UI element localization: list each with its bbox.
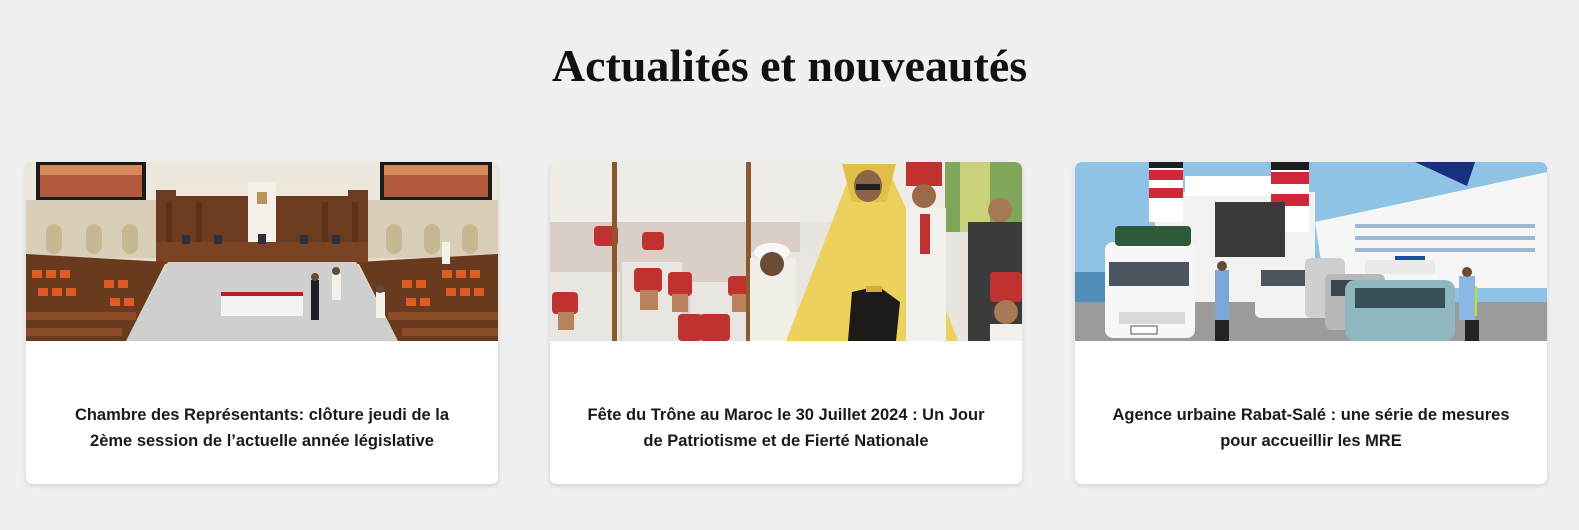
news-card[interactable]: Fête du Trône au Maroc le 30 Juillet 202… [550, 162, 1022, 484]
news-card[interactable]: Agence urbaine Rabat-Salé : une série de… [1075, 162, 1547, 484]
news-card-title[interactable]: Fête du Trône au Maroc le 30 Juillet 202… [580, 402, 992, 454]
news-card-title[interactable]: Chambre des Représentants: clôture jeudi… [56, 402, 468, 454]
throne-day-ceremony-photo[interactable] [550, 162, 1022, 341]
parliament-chamber-photo[interactable] [26, 162, 498, 341]
ferry-port-vehicles-photo[interactable] [1075, 162, 1547, 341]
news-card[interactable]: Chambre des Représentants: clôture jeudi… [26, 162, 498, 484]
section-title: Actualités et nouveautés [551, 40, 1028, 91]
news-card-title[interactable]: Agence urbaine Rabat-Salé : une série de… [1105, 402, 1517, 454]
